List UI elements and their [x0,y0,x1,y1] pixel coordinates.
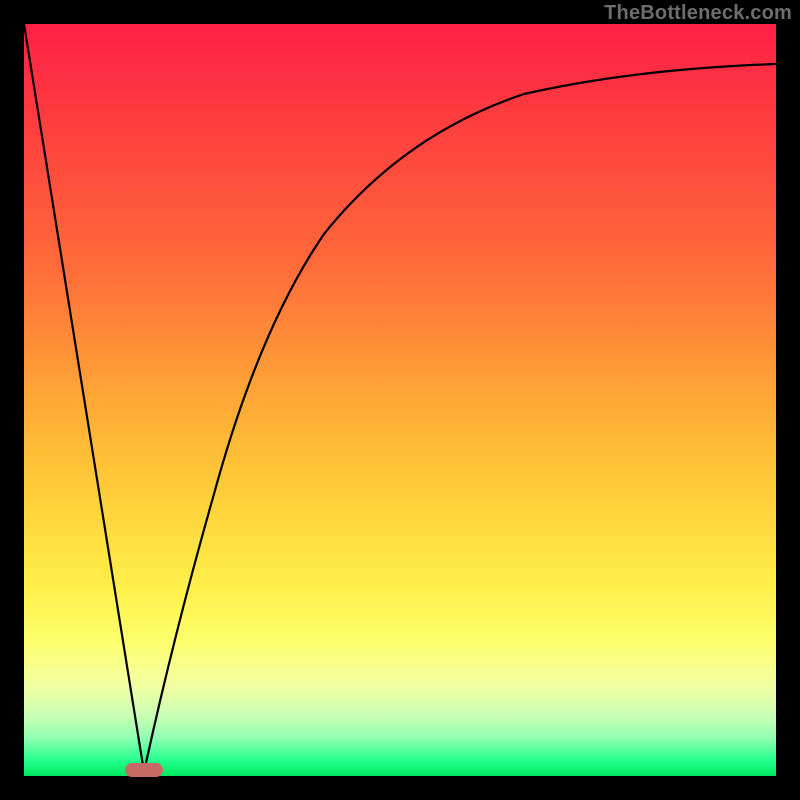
bottleneck-marker [125,763,163,777]
curve-right [144,64,776,772]
bottleneck-curve [24,24,776,776]
watermark-text: TheBottleneck.com [604,2,792,25]
plot-area [24,24,776,776]
curve-left [24,24,144,772]
chart-frame: TheBottleneck.com [0,0,800,800]
